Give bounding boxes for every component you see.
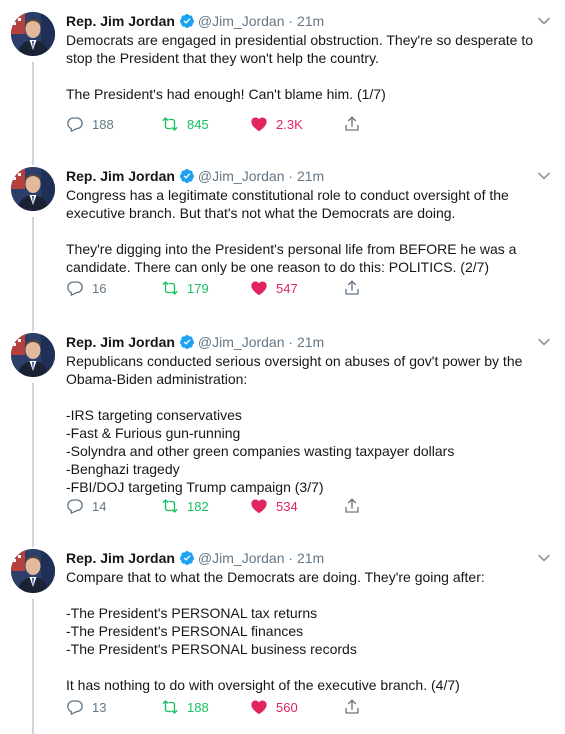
reply-button[interactable]: 13 bbox=[66, 697, 106, 717]
retweet-button[interactable]: 188 bbox=[161, 697, 209, 717]
tweet-text-content: Republicans conducted serious oversight … bbox=[66, 353, 523, 495]
retweet-button[interactable]: 845 bbox=[161, 114, 209, 134]
tweet-thread: Rep. Jim Jordan @Jim_Jordan · 21m Democra… bbox=[0, 0, 565, 734]
separator-dot: · bbox=[288, 168, 294, 184]
like-button[interactable]: 534 bbox=[250, 496, 298, 516]
thread-connector-line bbox=[32, 217, 34, 321]
retweet-count: 182 bbox=[187, 498, 209, 514]
share-icon bbox=[345, 116, 359, 131]
avatar[interactable] bbox=[11, 549, 55, 593]
reply-icon bbox=[67, 281, 83, 296]
avatar[interactable] bbox=[11, 12, 55, 56]
tweet-header: Rep. Jim Jordan @Jim_Jordan · 21m bbox=[66, 166, 535, 186]
retweet-button[interactable]: 182 bbox=[161, 496, 209, 516]
share-icon bbox=[345, 280, 359, 295]
heart-icon bbox=[251, 499, 267, 514]
like-count: 534 bbox=[276, 498, 298, 514]
tweet-header: Rep. Jim Jordan @Jim_Jordan · 21m bbox=[66, 548, 535, 568]
heart-icon bbox=[251, 281, 267, 296]
like-button[interactable]: 547 bbox=[250, 278, 298, 298]
separator-dot: · bbox=[288, 13, 294, 29]
like-count: 2.3K bbox=[276, 116, 303, 132]
author-name[interactable]: Rep. Jim Jordan bbox=[66, 334, 175, 350]
reply-count: 14 bbox=[92, 498, 107, 514]
retweet-count: 179 bbox=[187, 280, 209, 296]
share-button[interactable] bbox=[343, 278, 361, 298]
retweet-icon bbox=[162, 700, 178, 714]
tweet[interactable]: Rep. Jim Jordan @Jim_Jordan · 21m Compare… bbox=[0, 537, 565, 734]
tweet-text: Compare that to what the Democrats are d… bbox=[66, 568, 546, 694]
chevron-down-icon[interactable] bbox=[537, 335, 551, 349]
tweet-text: Republicans conducted serious oversight … bbox=[66, 352, 546, 496]
chevron-down-icon[interactable] bbox=[537, 551, 551, 565]
author-name[interactable]: Rep. Jim Jordan bbox=[66, 550, 175, 566]
tweet-actions: 188 845 2.3K bbox=[66, 114, 366, 134]
tweet-text-content: Compare that to what the Democrats are d… bbox=[66, 569, 485, 693]
retweet-count: 188 bbox=[187, 699, 209, 715]
thread-connector-line bbox=[32, 537, 34, 547]
like-count: 560 bbox=[276, 699, 298, 715]
tweet-header: Rep. Jim Jordan @Jim_Jordan · 21m bbox=[66, 11, 535, 31]
tweet-timestamp[interactable]: 21m bbox=[297, 168, 324, 184]
like-button[interactable]: 2.3K bbox=[250, 114, 303, 134]
tweet-text-content: Democrats are engaged in presidential ob… bbox=[66, 32, 534, 102]
retweet-icon bbox=[162, 499, 178, 513]
like-count: 547 bbox=[276, 280, 298, 296]
like-button[interactable]: 560 bbox=[250, 697, 298, 717]
heart-icon bbox=[251, 117, 267, 132]
tweet-actions: 16 179 547 bbox=[66, 278, 366, 298]
author-handle[interactable]: @Jim_Jordan bbox=[198, 550, 285, 566]
thread-connector-line bbox=[32, 155, 34, 165]
avatar[interactable] bbox=[11, 333, 55, 377]
retweet-icon bbox=[162, 281, 178, 295]
heart-icon bbox=[251, 700, 267, 715]
reply-button[interactable]: 16 bbox=[66, 278, 106, 298]
reply-icon bbox=[67, 700, 83, 715]
tweet-text-content: Congress has a legitimate constitutional… bbox=[66, 187, 517, 275]
tweet-text: Congress has a legitimate constitutional… bbox=[66, 186, 546, 276]
reply-icon bbox=[67, 499, 83, 514]
share-button[interactable] bbox=[343, 114, 361, 134]
reply-button[interactable]: 14 bbox=[66, 496, 106, 516]
tweet-header: Rep. Jim Jordan @Jim_Jordan · 21m bbox=[66, 332, 535, 352]
author-name[interactable]: Rep. Jim Jordan bbox=[66, 13, 175, 29]
retweet-button[interactable]: 179 bbox=[161, 278, 209, 298]
thread-connector-line bbox=[32, 599, 34, 734]
reply-count: 13 bbox=[92, 699, 107, 715]
author-handle[interactable]: @Jim_Jordan bbox=[198, 13, 285, 29]
share-icon bbox=[345, 699, 359, 714]
retweet-icon bbox=[162, 117, 178, 131]
tweet-actions: 14 182 534 bbox=[66, 496, 366, 516]
tweet-timestamp[interactable]: 21m bbox=[297, 13, 324, 29]
tweet-actions: 13 188 560 bbox=[66, 697, 366, 717]
tweet-timestamp[interactable]: 21m bbox=[297, 550, 324, 566]
separator-dot: · bbox=[288, 550, 294, 566]
author-handle[interactable]: @Jim_Jordan bbox=[198, 334, 285, 350]
retweet-count: 845 bbox=[187, 116, 209, 132]
tweet[interactable]: Rep. Jim Jordan @Jim_Jordan · 21m Democra… bbox=[0, 0, 565, 155]
author-name[interactable]: Rep. Jim Jordan bbox=[66, 168, 175, 184]
share-button[interactable] bbox=[343, 496, 361, 516]
reply-count: 188 bbox=[92, 116, 114, 132]
reply-button[interactable]: 188 bbox=[66, 114, 114, 134]
tweet-text: Democrats are engaged in presidential ob… bbox=[66, 31, 546, 103]
thread-connector-line bbox=[32, 321, 34, 331]
avatar[interactable] bbox=[11, 167, 55, 211]
thread-connector-line bbox=[32, 62, 34, 155]
tweet[interactable]: Rep. Jim Jordan @Jim_Jordan · 21m Congres… bbox=[0, 155, 565, 321]
share-icon bbox=[345, 498, 359, 513]
separator-dot: · bbox=[288, 334, 294, 350]
chevron-down-icon[interactable] bbox=[537, 169, 551, 183]
thread-connector-line bbox=[32, 383, 34, 537]
tweet-timestamp[interactable]: 21m bbox=[297, 334, 324, 350]
author-handle[interactable]: @Jim_Jordan bbox=[198, 168, 285, 184]
chevron-down-icon[interactable] bbox=[537, 14, 551, 28]
reply-count: 16 bbox=[92, 280, 107, 296]
reply-icon bbox=[67, 117, 83, 132]
tweet[interactable]: Rep. Jim Jordan @Jim_Jordan · 21m Republi… bbox=[0, 321, 565, 537]
share-button[interactable] bbox=[343, 697, 361, 717]
